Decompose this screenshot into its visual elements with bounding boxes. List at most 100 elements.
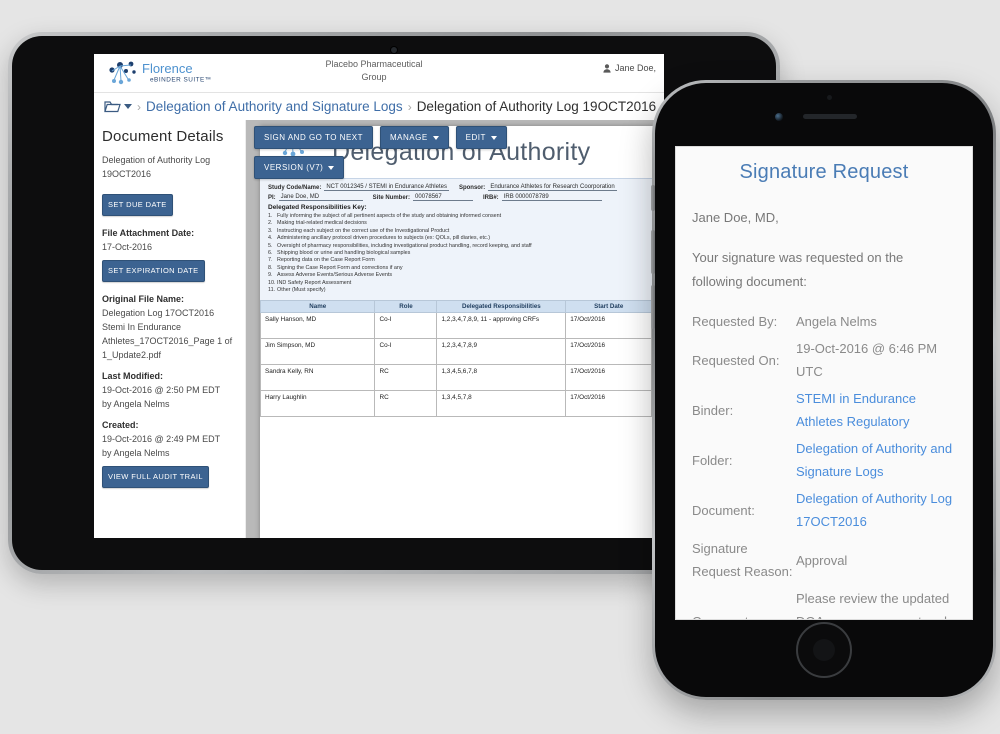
- last-modified-label: Last Modified:: [102, 371, 163, 381]
- mockup-stage: Florence eBINDER SUITE™ Placebo Pharmace…: [0, 0, 1000, 734]
- app-body: Document Details Delegation of Authority…: [94, 120, 664, 538]
- svg-text:Florence: Florence: [142, 61, 193, 76]
- list-item: 5. Oversight of pharmacy responsibilities…: [268, 242, 532, 249]
- app-header: Florence eBINDER SUITE™ Placebo Pharmace…: [94, 54, 664, 93]
- svg-text:eBINDER SUITE™: eBINDER SUITE™: [150, 77, 212, 84]
- binder-label: Binder:: [692, 402, 734, 418]
- field-document: Document: Delegation of Authority Log 17…: [692, 487, 956, 533]
- org-line-2: Group: [361, 72, 387, 82]
- created-value: 19-Oct-2016 @ 2:49 PM EDT: [102, 434, 221, 444]
- list-item: 6. Shipping blood or urine and handling b…: [268, 250, 411, 257]
- list-item: 11. Other (Must specify): [268, 287, 326, 294]
- last-modified-by: by Angela Nelms: [102, 399, 170, 409]
- list-item: 10. IND Safety Report Assessment: [268, 279, 352, 286]
- document-link[interactable]: Delegation of Authority Log 17OCT2016: [796, 487, 956, 533]
- signature-request-reason-label: Signature Request Reason:: [692, 541, 793, 579]
- folder-icon: [104, 101, 121, 113]
- document-label: Document:: [692, 502, 755, 518]
- document-meta: Study Code/Name: NCT 0012345 / STEMI in …: [260, 178, 664, 301]
- delegation-table: Name Role Delegated Responsibilities Sta…: [260, 300, 664, 418]
- signature-request-panel: Signature Request Jane Doe, MD, Your sig…: [676, 147, 972, 619]
- study-code-label: Study Code/Name:: [268, 185, 322, 191]
- list-item: 8. Signing the Case Report Form and corre…: [268, 264, 403, 271]
- requested-on-label: Requested On:: [692, 352, 780, 368]
- document-toolbar: SIGN AND GO TO NEXT MANAGE EDIT: [254, 126, 507, 149]
- chevron-down-icon: [432, 135, 439, 140]
- list-item: 2. Making trial-related medical decisions: [268, 220, 367, 227]
- pi-field: PI: Jane Doe, MD: [268, 194, 363, 201]
- list-item: 7. Reporting data on the Case Report Form: [268, 257, 375, 264]
- document-viewer: Florence eBINDER SUITE™ Delegation of Au…: [246, 120, 664, 538]
- document-details-panel: Document Details Delegation of Authority…: [94, 120, 246, 538]
- responsibilities-key-heading: Delegated Responsibilities Key:: [268, 204, 367, 211]
- breadcrumb-link-folder[interactable]: Delegation of Authority and Signature Lo…: [146, 99, 403, 114]
- florence-logo-icon[interactable]: Florence eBINDER SUITE™: [104, 60, 212, 87]
- sponsor-value: Endurance Athletes for Research Coorpora…: [488, 184, 617, 191]
- original-file-name-value: Delegation Log 17OCT2016 Stemi In Endura…: [102, 308, 233, 360]
- column-header-role: Role: [374, 300, 438, 314]
- breadcrumb-folder-button[interactable]: [104, 100, 132, 113]
- user-menu[interactable]: Jane Doe,: [603, 63, 656, 73]
- table-header-row: Name Role Delegated Responsibilities Sta…: [260, 300, 664, 314]
- edit-dropdown-button[interactable]: EDIT: [455, 126, 507, 149]
- phone-device: Signature Request Jane Doe, MD, Your sig…: [651, 80, 996, 700]
- field-comments: Comments: Please review the updated DOA …: [692, 587, 956, 619]
- study-code-field: Study Code/Name: NCT 0012345 / STEMI in …: [268, 184, 449, 191]
- tablet-camera-icon: [391, 47, 397, 53]
- site-number-label: Site Number:: [372, 195, 411, 201]
- phone-home-button[interactable]: [796, 622, 852, 678]
- breadcrumb-separator-1: ›: [137, 99, 141, 114]
- irb-label: IRB#:: [483, 195, 499, 201]
- edit-label: EDIT: [465, 133, 486, 142]
- manage-dropdown-button[interactable]: MANAGE: [380, 126, 449, 149]
- field-requested-on: Requested On: 19-Oct-2016 @ 6:46 PM UTC: [692, 337, 956, 383]
- document-page: Florence eBINDER SUITE™ Delegation of Au…: [260, 126, 664, 538]
- requested-on-value: 19-Oct-2016 @ 6:46 PM UTC: [796, 341, 938, 379]
- view-full-audit-trail-button[interactable]: VIEW FULL AUDIT TRAIL: [102, 466, 209, 488]
- file-attachment-date-label: File Attachment Date:: [102, 228, 195, 238]
- version-label: VERSION (V7): [264, 163, 324, 172]
- list-item: 4. Administering ancillary protocol drive…: [268, 235, 491, 242]
- tablet-screen: Florence eBINDER SUITE™ Placebo Pharmace…: [94, 54, 664, 538]
- page-title: Document Details: [102, 128, 224, 145]
- field-binder: Binder: STEMI in Endurance Athletes Regu…: [692, 387, 956, 433]
- phone-speaker-icon: [803, 114, 857, 119]
- chevron-down-icon: [490, 135, 497, 140]
- breadcrumb-current: Delegation of Authority Log 19OCT2016: [416, 99, 657, 114]
- site-number-value: 00078567: [413, 194, 474, 201]
- irb-field: IRB#: IRB 0000078789: [483, 194, 602, 201]
- irb-value: IRB 0000078789: [501, 194, 602, 201]
- org-line-1: Placebo Pharmaceutical: [325, 59, 423, 69]
- requested-by-value: Angela Nelms: [796, 314, 877, 329]
- original-file-name-label: Original File Name:: [102, 294, 185, 304]
- signature-request-reason-value: Approval: [796, 552, 848, 568]
- version-dropdown-button[interactable]: VERSION (V7): [254, 156, 345, 179]
- chevron-down-icon: [124, 104, 132, 109]
- sponsor-field: Sponsor: Endurance Athletes for Research…: [459, 184, 617, 191]
- site-number-field: Site Number: 00078567: [372, 194, 474, 201]
- intro-text: Your signature was requested on the foll…: [692, 250, 904, 289]
- user-icon: [603, 63, 611, 73]
- last-modified-value: 19-Oct-2016 @ 2:50 PM EDT: [102, 385, 221, 395]
- breadcrumb-separator-2: ›: [407, 99, 412, 114]
- table-row: Sandra Kelly, RN RC 1,3,4,5,6,7,8 17/Oct…: [260, 364, 664, 392]
- folder-label: Folder:: [692, 452, 733, 468]
- folder-link[interactable]: Delegation of Authority and Signature Lo…: [796, 437, 956, 483]
- created-by: by Angela Nelms: [102, 448, 170, 458]
- pi-value: Jane Doe, MD: [278, 194, 363, 201]
- sign-and-go-to-next-button[interactable]: SIGN AND GO TO NEXT: [254, 126, 373, 149]
- manage-label: MANAGE: [390, 133, 428, 142]
- binder-link[interactable]: STEMI in Endurance Athletes Regulatory: [796, 387, 956, 433]
- table-row: Harry Laughlin RC 1,3,4,5,7,8 17/Oct/201…: [260, 390, 664, 418]
- set-due-date-button[interactable]: SET DUE DATE: [102, 194, 173, 216]
- comments-value: Please review the updated DOA per your r…: [796, 591, 950, 619]
- chevron-down-icon: [328, 165, 335, 170]
- meta-row-2: PI: Jane Doe, MD Site Number: 00078567 I…: [268, 194, 664, 201]
- comments-label: Comments:: [692, 610, 796, 619]
- phone-bezel: Signature Request Jane Doe, MD, Your sig…: [655, 83, 993, 697]
- set-expiration-date-button[interactable]: SET EXPIRATION DATE: [102, 260, 205, 282]
- sponsor-label: Sponsor:: [458, 185, 486, 191]
- field-folder: Folder: Delegation of Authority and Sign…: [692, 437, 956, 483]
- list-item: 9. Assess Adverse Events/Serious Adverse …: [268, 272, 393, 279]
- meta-row-1: Study Code/Name: NCT 0012345 / STEMI in …: [268, 184, 664, 191]
